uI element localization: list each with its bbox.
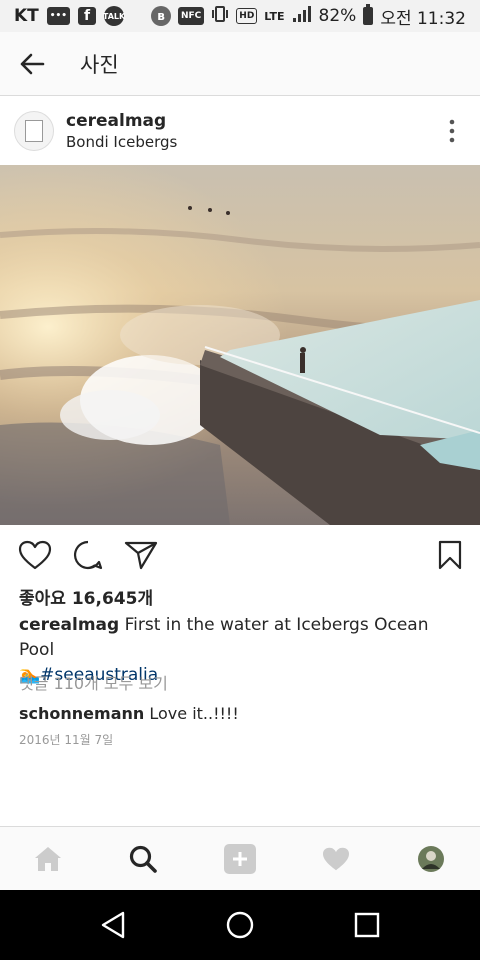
signal-icon: [292, 5, 312, 28]
tab-home[interactable]: [30, 841, 66, 877]
avatar[interactable]: [14, 111, 54, 151]
comment-item: schonnemann Love it..!!!!: [19, 704, 239, 723]
home-icon: [35, 847, 61, 871]
system-nav-bar: [0, 890, 480, 960]
tab-activity[interactable]: [318, 841, 354, 877]
like-button[interactable]: [17, 537, 53, 573]
heart-icon: [18, 540, 52, 570]
app-header: 사진: [0, 32, 480, 96]
chat-icon: •••: [46, 7, 71, 25]
caption-username[interactable]: cerealmag: [19, 615, 119, 635]
system-home-button[interactable]: [222, 907, 258, 943]
share-button[interactable]: [123, 537, 159, 573]
battery-icon: [363, 4, 374, 25]
post-username[interactable]: cerealmag: [66, 111, 177, 131]
nfc-icon: NFC: [177, 7, 205, 25]
back-button[interactable]: [0, 32, 64, 96]
tab-profile[interactable]: [413, 841, 449, 877]
ocean-pool-image: [0, 165, 480, 525]
post-header: cerealmag Bondi Icebergs: [0, 98, 480, 164]
more-vertical-icon: [449, 119, 455, 143]
bottom-tab-bar: [0, 826, 480, 890]
post-location[interactable]: Bondi Icebergs: [66, 133, 177, 151]
lte-icon: LTE: [264, 9, 285, 23]
kakaotalk-icon: TALK: [103, 6, 125, 26]
post-actions: [0, 537, 480, 577]
square-recents-icon: [354, 912, 380, 938]
profile-avatar-icon: [418, 846, 444, 872]
facebook-icon: f: [78, 7, 97, 25]
view-all-comments-link[interactable]: 댓글 110개 모두 보기: [19, 670, 168, 694]
comment-username[interactable]: schonnemann: [19, 704, 144, 723]
post-photo[interactable]: [0, 165, 480, 525]
more-options-button[interactable]: [432, 111, 472, 151]
time-label: 오전 11:32: [380, 8, 466, 29]
like-count[interactable]: 좋아요 16,645개: [19, 584, 153, 609]
save-button[interactable]: [432, 537, 468, 573]
triangle-back-icon: [101, 911, 125, 939]
post-date: 2016년 11월 7일: [19, 733, 114, 747]
system-recents-button[interactable]: [349, 907, 385, 943]
search-icon: [129, 845, 157, 873]
hd-icon: HD: [236, 8, 258, 24]
circle-home-icon: [226, 911, 254, 939]
bluetooth-icon: ʙ: [150, 6, 171, 26]
send-icon: [124, 541, 158, 570]
carrier-label: KT: [14, 6, 39, 26]
status-bar: KT ••• f TALK ʙ NFC HD LTE 82% 오전 11:32: [0, 0, 480, 32]
tab-search[interactable]: [125, 841, 161, 877]
vibrate-icon: [211, 5, 229, 28]
page-title: 사진: [80, 52, 119, 77]
bookmark-icon: [438, 540, 462, 570]
tab-create[interactable]: [222, 841, 258, 877]
comment-icon: [73, 540, 103, 570]
arrow-left-icon: [20, 53, 45, 74]
battery-label: 82%: [318, 6, 357, 26]
comment-text: Love it..!!!!: [144, 704, 239, 723]
add-post-icon: [224, 844, 256, 874]
heart-icon: [323, 847, 349, 871]
comment-button[interactable]: [70, 537, 106, 573]
system-back-button[interactable]: [95, 907, 131, 943]
